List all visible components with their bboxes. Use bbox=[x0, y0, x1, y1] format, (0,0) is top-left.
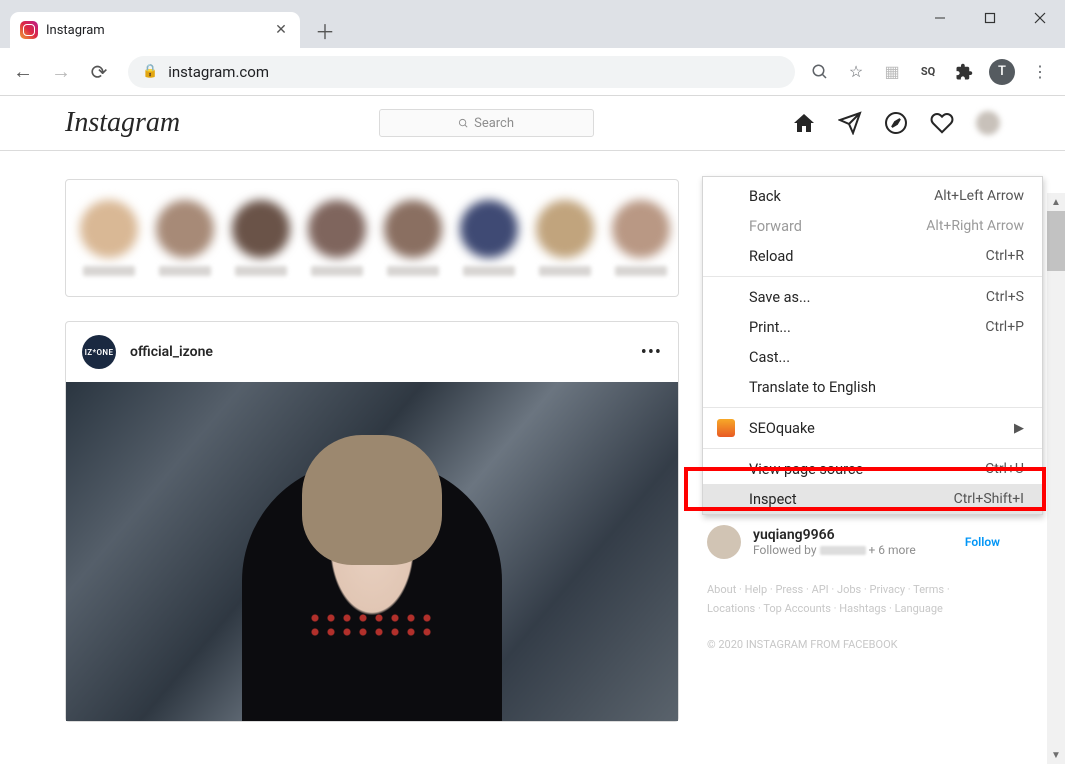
page-content: Instagram Search bbox=[0, 96, 1065, 764]
browser-tab[interactable]: Instagram ✕ bbox=[10, 12, 300, 48]
browser-toolbar: ← → ⟳ 🔒 instagram.com ☆ ▦ SQ T ⋮ bbox=[0, 48, 1065, 96]
post-image[interactable] bbox=[66, 382, 678, 721]
tab-title: Instagram bbox=[46, 23, 264, 38]
copyright: © 2020 INSTAGRAM FROM FACEBOOK bbox=[707, 638, 1000, 651]
post-avatar[interactable]: IZ*ONE bbox=[82, 335, 116, 369]
reload-button[interactable]: ⟳ bbox=[84, 57, 114, 87]
search-icon bbox=[458, 118, 469, 129]
stories-bar[interactable] bbox=[65, 179, 679, 297]
seoquake-icon bbox=[717, 419, 735, 437]
instagram-favicon bbox=[20, 21, 38, 39]
post-more-icon[interactable]: ••• bbox=[641, 342, 662, 363]
post-username[interactable]: official_izone bbox=[130, 344, 627, 360]
seoquake-ext-icon[interactable]: SQ bbox=[917, 61, 939, 83]
footer-links[interactable]: About · Help · Press · API · Jobs · Priv… bbox=[707, 581, 1000, 618]
suggestion-avatar[interactable] bbox=[707, 525, 741, 559]
extension-grid-icon[interactable]: ▦ bbox=[881, 61, 903, 83]
chrome-menu-icon[interactable]: ⋮ bbox=[1029, 61, 1051, 83]
story-item[interactable] bbox=[460, 200, 518, 276]
cm-inspect[interactable]: InspectCtrl+Shift+I bbox=[703, 484, 1042, 514]
search-input[interactable]: Search bbox=[379, 109, 594, 137]
cm-print[interactable]: Print...Ctrl+P bbox=[703, 312, 1042, 342]
minimize-button[interactable] bbox=[915, 0, 965, 36]
back-button[interactable]: ← bbox=[8, 57, 38, 87]
window-controls bbox=[915, 0, 1065, 36]
messages-icon[interactable] bbox=[838, 111, 862, 135]
lock-icon: 🔒 bbox=[142, 64, 158, 79]
story-item[interactable] bbox=[308, 200, 366, 276]
tab-close-icon[interactable]: ✕ bbox=[272, 22, 290, 38]
cm-view-source[interactable]: View page sourceCtrl+U bbox=[703, 454, 1042, 484]
activity-icon[interactable] bbox=[930, 111, 954, 135]
cm-save-as[interactable]: Save as...Ctrl+S bbox=[703, 282, 1042, 312]
story-item[interactable] bbox=[536, 200, 594, 276]
profile-avatar[interactable]: T bbox=[989, 59, 1015, 85]
context-menu: BackAlt+Left Arrow ForwardAlt+Right Arro… bbox=[702, 176, 1043, 515]
story-item[interactable] bbox=[80, 200, 138, 276]
user-avatar[interactable] bbox=[976, 111, 1000, 135]
scroll-down-icon[interactable]: ▼ bbox=[1047, 746, 1065, 764]
url-bar[interactable]: 🔒 instagram.com bbox=[128, 56, 795, 88]
scrollbar-thumb[interactable] bbox=[1047, 211, 1065, 271]
forward-button[interactable]: → bbox=[46, 57, 76, 87]
zoom-icon[interactable] bbox=[809, 61, 831, 83]
search-placeholder: Search bbox=[474, 116, 514, 131]
story-item[interactable] bbox=[384, 200, 442, 276]
suggestion-username[interactable]: yuqiang9966 bbox=[753, 527, 916, 543]
cm-cast[interactable]: Cast... bbox=[703, 342, 1042, 372]
home-icon[interactable] bbox=[792, 111, 816, 135]
instagram-header: Instagram Search bbox=[0, 96, 1065, 151]
cm-translate[interactable]: Translate to English bbox=[703, 372, 1042, 402]
cm-seoquake[interactable]: SEOquake▶ bbox=[703, 413, 1042, 443]
suggestion-subtitle: Followed by + 6 more bbox=[753, 543, 916, 557]
follow-button[interactable]: Follow bbox=[965, 535, 1000, 549]
feed-post: IZ*ONE official_izone ••• bbox=[65, 321, 679, 722]
close-window-button[interactable] bbox=[1015, 0, 1065, 36]
maximize-button[interactable] bbox=[965, 0, 1015, 36]
extensions-icon[interactable] bbox=[953, 61, 975, 83]
suggestion-item: yuqiang9966 Followed by + 6 more Follow bbox=[707, 519, 1000, 565]
chevron-right-icon: ▶ bbox=[1014, 421, 1024, 436]
vertical-scrollbar[interactable]: ▲ ▼ bbox=[1047, 193, 1065, 764]
story-item[interactable] bbox=[612, 200, 670, 276]
cm-forward: ForwardAlt+Right Arrow bbox=[703, 211, 1042, 241]
story-item[interactable] bbox=[156, 200, 214, 276]
story-item[interactable] bbox=[232, 200, 290, 276]
explore-icon[interactable] bbox=[884, 111, 908, 135]
browser-title-bar: Instagram ✕ ＋ bbox=[0, 0, 1065, 48]
cm-back[interactable]: BackAlt+Left Arrow bbox=[703, 181, 1042, 211]
instagram-logo[interactable]: Instagram bbox=[65, 107, 180, 139]
bookmark-icon[interactable]: ☆ bbox=[845, 61, 867, 83]
cm-reload[interactable]: ReloadCtrl+R bbox=[703, 241, 1042, 271]
scroll-up-icon[interactable]: ▲ bbox=[1047, 193, 1065, 211]
url-text: instagram.com bbox=[168, 63, 269, 81]
new-tab-button[interactable]: ＋ bbox=[310, 15, 340, 45]
